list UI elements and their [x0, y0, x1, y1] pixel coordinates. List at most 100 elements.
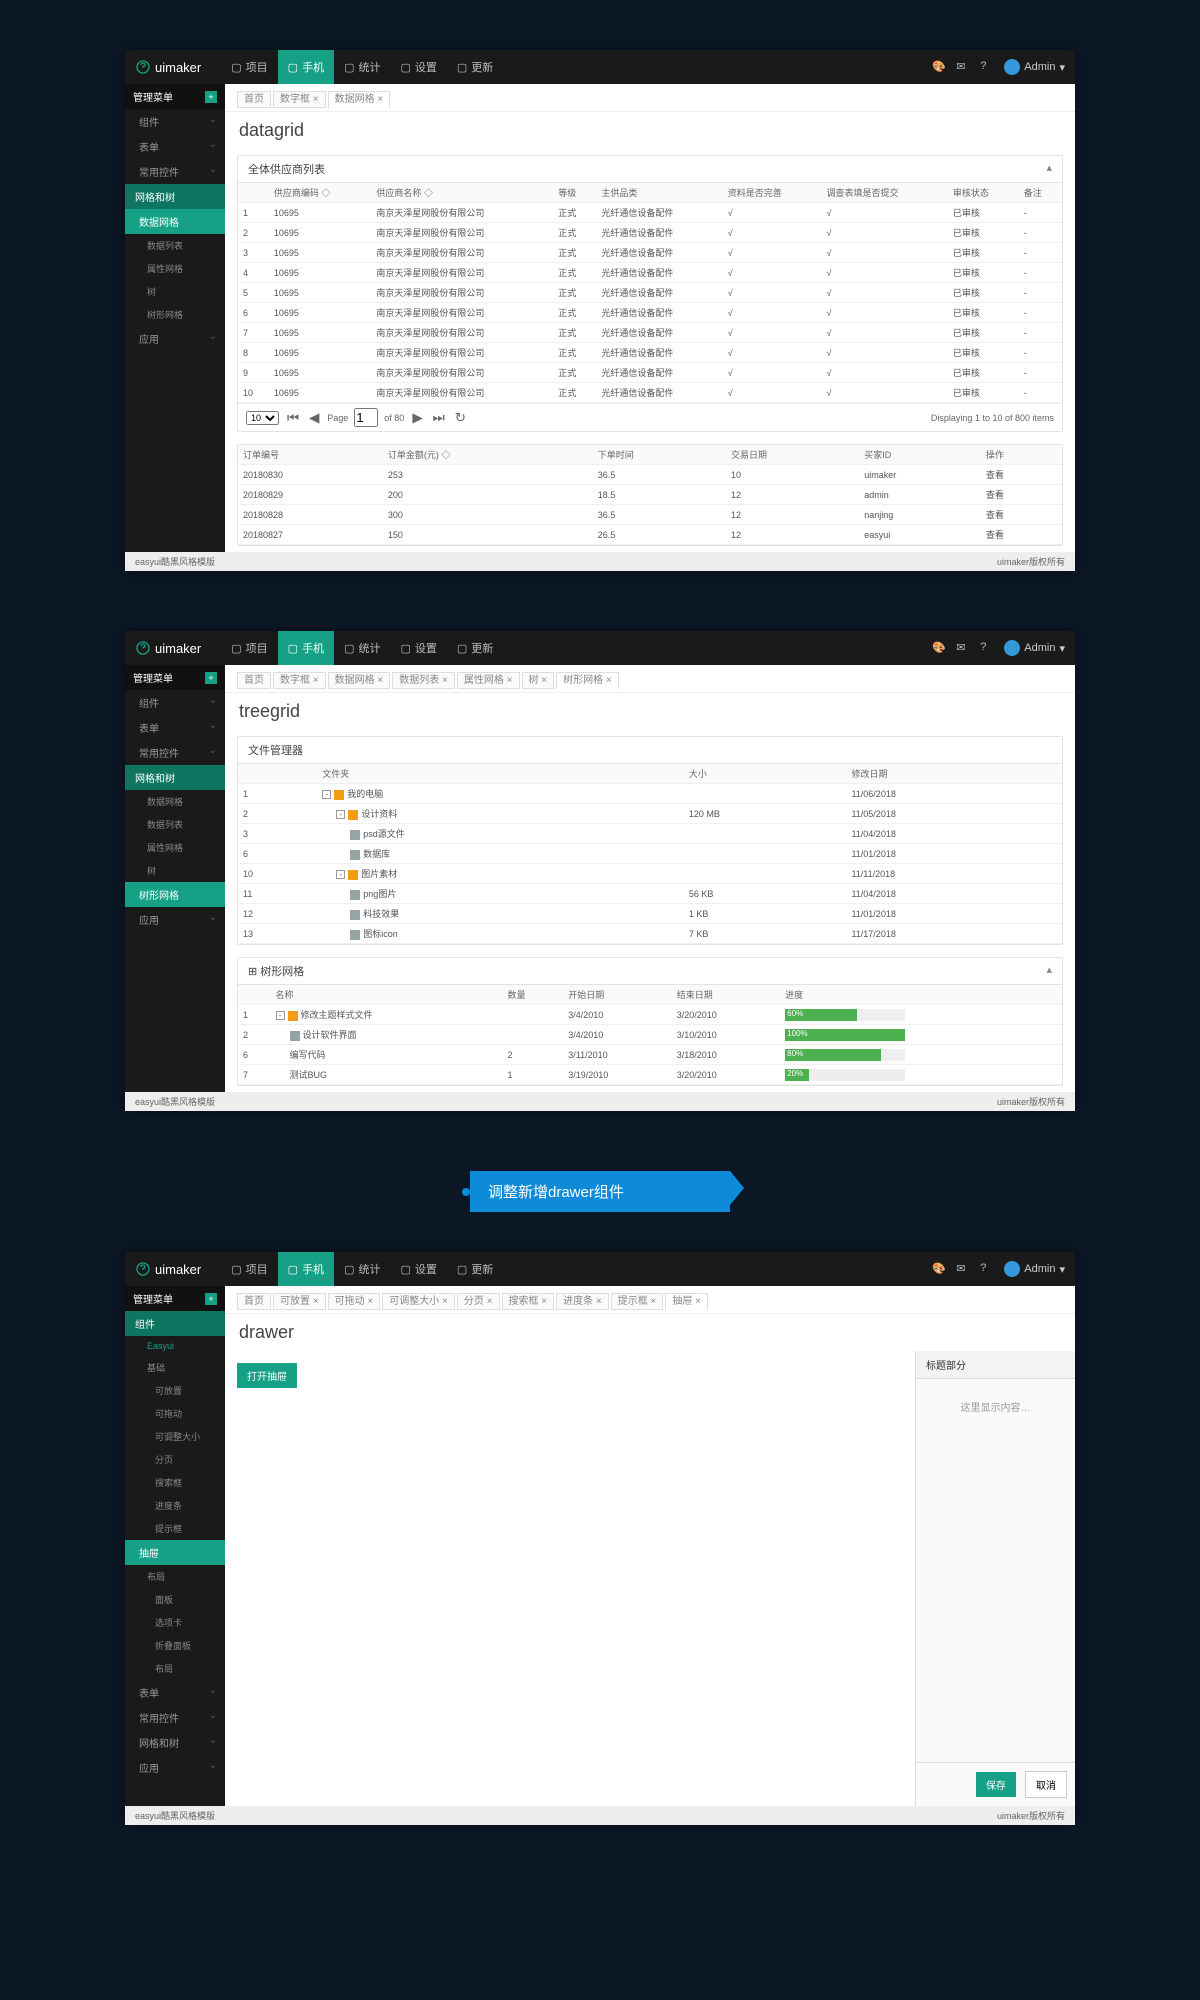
table-row[interactable]: 1010695南京天泽星网股份有限公司正式光纤通信设备配件√√已审核-	[238, 383, 1062, 403]
sidebar-item[interactable]: 数据网格	[125, 209, 225, 234]
breadcrumb-tab[interactable]: 数据网格 ×	[328, 672, 391, 689]
topnav-统计[interactable]: ▢统计	[334, 1252, 390, 1286]
sidebar-item[interactable]: 应用⌄	[125, 326, 225, 351]
tree-row[interactable]: 3psd源文件11/04/2018	[238, 824, 1062, 844]
breadcrumb-tab[interactable]: 数字框 ×	[273, 91, 326, 108]
sidebar-item[interactable]: 进度条	[125, 1494, 225, 1517]
tree-row[interactable]: 13图标icon7 KB11/17/2018	[238, 924, 1062, 944]
column-header[interactable]: 操作	[981, 445, 1062, 465]
breadcrumb-tab[interactable]: 首页	[237, 672, 271, 689]
column-header[interactable]: 调查表填是否提交	[821, 183, 947, 203]
sidebar-item[interactable]: 常用控件⌄	[125, 159, 225, 184]
column-header[interactable]: 交易日期	[726, 445, 859, 465]
table-row[interactable]: 710695南京天泽星网股份有限公司正式光纤通信设备配件√√已审核-	[238, 323, 1062, 343]
collapse-icon[interactable]: ▴	[1046, 963, 1052, 979]
sidebar-item[interactable]: 表单⌄	[125, 134, 225, 159]
sidebar-item[interactable]: 树	[125, 280, 225, 303]
breadcrumb-tab[interactable]: 提示框 ×	[611, 1293, 664, 1310]
topnav-手机[interactable]: ▢手机	[278, 50, 334, 84]
sidebar-item[interactable]: 基础	[125, 1356, 225, 1379]
sidebar-item[interactable]: 布局	[125, 1657, 225, 1680]
column-header[interactable]: 进度	[780, 985, 1062, 1005]
sidebar-collapse-icon[interactable]: +	[205, 1293, 217, 1305]
column-header[interactable]: 开始日期	[563, 985, 671, 1005]
column-header[interactable]: 大小	[684, 764, 847, 784]
sidebar-item[interactable]: 可调整大小	[125, 1425, 225, 1448]
table-row[interactable]: 910695南京天泽星网股份有限公司正式光纤通信设备配件√√已审核-	[238, 363, 1062, 383]
table-row[interactable]: 810695南京天泽星网股份有限公司正式光纤通信设备配件√√已审核-	[238, 343, 1062, 363]
tree-row[interactable]: 6编写代码23/11/20103/18/201080%	[238, 1045, 1062, 1065]
table-row[interactable]: 610695南京天泽星网股份有限公司正式光纤通信设备配件√√已审核-	[238, 303, 1062, 323]
column-header[interactable]: 结束日期	[672, 985, 780, 1005]
help-icon[interactable]: ?	[980, 60, 994, 74]
breadcrumb-tab[interactable]: 抽屉 ×	[665, 1293, 708, 1310]
topnav-设置[interactable]: ▢设置	[390, 631, 446, 665]
sidebar-item[interactable]: 面板	[125, 1588, 225, 1611]
table-row[interactable]: 310695南京天泽星网股份有限公司正式光纤通信设备配件√√已审核-	[238, 243, 1062, 263]
column-header[interactable]: 审核状态	[948, 183, 1019, 203]
page-size-select[interactable]: 10	[246, 411, 279, 425]
tree-row[interactable]: 1-我的电脑11/06/2018	[238, 784, 1062, 804]
sidebar-item[interactable]: 树形网格	[125, 882, 225, 907]
sidebar-item[interactable]: 树	[125, 859, 225, 882]
topnav-更新[interactable]: ▢更新	[447, 1252, 503, 1286]
topnav-设置[interactable]: ▢设置	[390, 50, 446, 84]
topnav-统计[interactable]: ▢统计	[334, 50, 390, 84]
breadcrumb-tab[interactable]: 搜索框 ×	[502, 1293, 555, 1310]
expand-icon[interactable]: -	[336, 810, 345, 819]
breadcrumb-tab[interactable]: 可放置 ×	[273, 1293, 326, 1310]
column-header[interactable]: 备注	[1019, 183, 1062, 203]
sidebar-item[interactable]: 常用控件⌄	[125, 740, 225, 765]
table-row[interactable]: 2018082830036.512nanjing查看	[238, 505, 1062, 525]
breadcrumb-tab[interactable]: 树形网格 ×	[556, 672, 619, 689]
table-row[interactable]: 2018082715026.512easyui查看	[238, 525, 1062, 545]
save-button[interactable]: 保存	[976, 1772, 1016, 1797]
sidebar-item[interactable]: 搜索框	[125, 1471, 225, 1494]
breadcrumb-tab[interactable]: 可调整大小 ×	[382, 1293, 455, 1310]
topnav-更新[interactable]: ▢更新	[447, 631, 503, 665]
sidebar-item[interactable]: 可放置	[125, 1379, 225, 1402]
column-header[interactable]: 供应商名称 ◇	[371, 183, 553, 203]
column-header[interactable]: 数量	[503, 985, 564, 1005]
topnav-项目[interactable]: ▢项目	[221, 50, 277, 84]
help-icon[interactable]: ?	[980, 641, 994, 655]
breadcrumb-tab[interactable]: 树 ×	[522, 672, 555, 689]
expand-icon[interactable]: -	[322, 790, 331, 799]
sidebar-item[interactable]: 表单⌄	[125, 1680, 225, 1705]
tree-row[interactable]: 7测试BUG13/19/20103/20/201020%	[238, 1065, 1062, 1085]
sidebar-item[interactable]: 数据列表	[125, 813, 225, 836]
table-row[interactable]: 110695南京天泽星网股份有限公司正式光纤通信设备配件√√已审核-	[238, 203, 1062, 223]
sidebar-item[interactable]: 树形网格	[125, 303, 225, 326]
sidebar-item[interactable]: 布局	[125, 1565, 225, 1588]
column-header[interactable]: 主供品类	[596, 183, 722, 203]
table-row[interactable]: 210695南京天泽星网股份有限公司正式光纤通信设备配件√√已审核-	[238, 223, 1062, 243]
column-header[interactable]	[238, 183, 269, 203]
tree-row[interactable]: 1-修改主题样式文件3/4/20103/20/201060%	[238, 1005, 1062, 1025]
column-header[interactable]: 资料是否完善	[723, 183, 822, 203]
table-row[interactable]: 2018083025336.510uimaker查看	[238, 465, 1062, 485]
tree-row[interactable]: 2设计软件界面3/4/20103/10/2010100%	[238, 1025, 1062, 1045]
breadcrumb-tab[interactable]: 首页	[237, 1293, 271, 1310]
pager-last[interactable]: ⏭	[431, 410, 447, 426]
pager-first[interactable]: ⏮	[285, 410, 301, 426]
mail-icon[interactable]: ✉	[956, 60, 970, 74]
sidebar-item[interactable]: 组件	[125, 1311, 225, 1336]
topnav-项目[interactable]: ▢项目	[221, 1252, 277, 1286]
topnav-手机[interactable]: ▢手机	[278, 1252, 334, 1286]
breadcrumb-tab[interactable]: 可拖动 ×	[328, 1293, 381, 1310]
palette-icon[interactable]: 🎨	[932, 1262, 946, 1276]
sidebar-collapse-icon[interactable]: +	[205, 672, 217, 684]
table-row[interactable]: 410695南京天泽星网股份有限公司正式光纤通信设备配件√√已审核-	[238, 263, 1062, 283]
mail-icon[interactable]: ✉	[956, 1262, 970, 1276]
sidebar-item[interactable]: 应用⌄	[125, 1755, 225, 1780]
sidebar-item[interactable]: 表单⌄	[125, 715, 225, 740]
column-header[interactable]: 订单金额(元) ◇	[383, 445, 593, 465]
sidebar-item[interactable]: 属性网格	[125, 836, 225, 859]
breadcrumb-tab[interactable]: 数字框 ×	[273, 672, 326, 689]
palette-icon[interactable]: 🎨	[932, 60, 946, 74]
breadcrumb-tab[interactable]: 属性网格 ×	[457, 672, 520, 689]
breadcrumb-tab[interactable]: 分页 ×	[457, 1293, 500, 1310]
pager-next[interactable]: ▶	[410, 410, 424, 426]
sidebar-item[interactable]: 折叠面板	[125, 1634, 225, 1657]
column-header[interactable]: 供应商编码 ◇	[269, 183, 372, 203]
